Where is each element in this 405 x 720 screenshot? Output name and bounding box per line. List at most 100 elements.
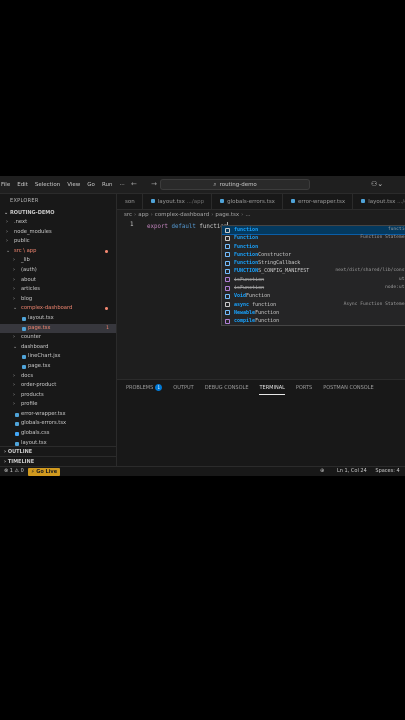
tree-folder[interactable]: › products [0, 391, 116, 401]
tree-folder[interactable]: › counter [0, 333, 116, 343]
panel-tab-label: PORTS [295, 385, 313, 391]
tree-folder[interactable]: › docs [0, 372, 116, 382]
tree-item-label: profile [21, 401, 38, 408]
tree-item-label: about [21, 276, 36, 283]
error-count-badge: 1 [106, 325, 109, 331]
tree-item-label: dashboard [21, 343, 49, 350]
suggestion-item[interactable]: FunctionStringCallback [222, 259, 405, 267]
problems-count-badge: 1 [155, 384, 163, 391]
chevron-right-icon: › [6, 219, 8, 225]
tree-folder[interactable]: › about [0, 276, 116, 286]
menu-file[interactable]: File [1, 182, 10, 188]
tree-folder[interactable]: › .next [0, 218, 116, 228]
accounts-icon[interactable]: ⚇⌄ [371, 180, 383, 188]
panel-tab-terminal[interactable]: TERMINAL [259, 384, 285, 395]
panel-tab-postman-console[interactable]: POSTMAN CONSOLE [323, 384, 373, 395]
breadcrumb-item[interactable]: src [124, 212, 132, 218]
tree-file[interactable]: globals-errors.tsx [0, 419, 116, 429]
tree-file[interactable]: globals.css [0, 429, 116, 439]
tree-folder[interactable]: ⌄ src \ app [0, 247, 116, 257]
editor-tab[interactable]: son [117, 194, 143, 210]
menu-more[interactable]: ··· [119, 182, 124, 188]
breadcrumb-item[interactable]: complex-dashboard [155, 212, 209, 218]
command-center-label: routing-demo [219, 181, 257, 188]
tree-file[interactable]: lineChart.jsx [0, 352, 116, 362]
variable-icon [225, 260, 230, 266]
panel-tab-debug-console[interactable]: DEBUG CONSOLE [205, 384, 249, 395]
cursor-position[interactable]: Ln 1, Col 24 [337, 468, 367, 474]
nav-back-forward-icon[interactable]: ← → [131, 180, 163, 188]
error-dot-icon [105, 307, 108, 311]
editor-tab[interactable]: error-wrapper.tsx [283, 194, 354, 210]
editor-tab[interactable]: layout.tsx .../comple [353, 194, 405, 210]
menu-view[interactable]: View [67, 182, 80, 188]
tree-folder[interactable]: › blog [0, 295, 116, 305]
suggestion-item[interactable]: isFunction util [222, 276, 405, 284]
tree-folder[interactable]: › profile [0, 400, 116, 410]
chevron-down-icon: ⌄ [6, 247, 11, 254]
suggestion-label: function [234, 226, 258, 234]
keyword-default: default [171, 224, 196, 230]
command-center[interactable]: ⌕ routing-demo [160, 179, 310, 190]
timeline-section[interactable]: › TIMELINE [0, 456, 117, 466]
suggestion-label: NewableFunction [234, 309, 279, 317]
problems-status[interactable]: ⊗ 1 ⚠ 0 [4, 467, 24, 476]
tree-folder[interactable]: › order-product [0, 381, 116, 391]
suggestion-item[interactable]: isFunction node:util [222, 284, 405, 292]
tree-folder[interactable]: › (auth) [0, 266, 116, 276]
suggestion-item[interactable]: VoidFunction [222, 292, 405, 300]
suggestion-item[interactable]: NewableFunction [222, 309, 405, 317]
suggestion-item[interactable]: async function Async Function Statement [222, 301, 405, 309]
suggestion-label: FUNCTIONS_CONFIG_MANIFEST [234, 267, 309, 275]
tree-folder[interactable]: › public [0, 237, 116, 247]
suggestion-item[interactable]: FUNCTIONS_CONFIG_MANIFEST next/dist/share… [222, 267, 405, 275]
menu-selection[interactable]: Selection [35, 182, 60, 188]
variable-icon [225, 252, 230, 258]
editor-tab[interactable]: layout.tsx .../app [143, 194, 213, 210]
tree-file[interactable]: layout.tsx [0, 314, 116, 324]
go-live-button[interactable]: ⚡ Go Live [28, 468, 61, 476]
panel-tab-output[interactable]: OUTPUT [173, 384, 193, 395]
tree-folder[interactable]: › articles [0, 285, 116, 295]
outline-section[interactable]: › OUTLINE [0, 446, 117, 456]
tree-file[interactable]: error-wrapper.tsx [0, 410, 116, 420]
tree-folder[interactable]: ⌄ complex-dashboard [0, 304, 116, 314]
tree-folder[interactable]: › _lib [0, 256, 116, 266]
suggestion-item[interactable]: FunctionConstructor [222, 251, 405, 259]
suggestion-item[interactable]: function function [222, 226, 405, 236]
panel-tab-label: PROBLEMS [126, 385, 154, 391]
file-icon [15, 432, 19, 437]
suggestion-label: async function [234, 301, 276, 309]
tab-path-hint: .../comple [397, 199, 405, 205]
variable-icon [225, 310, 230, 316]
suggestion-rest: isFunction [234, 276, 265, 283]
zoom-icon[interactable]: ⊕ [320, 467, 324, 476]
indentation[interactable]: Spaces: 4 [375, 468, 399, 474]
tree-folder[interactable]: › node_modules [0, 228, 116, 238]
editor-tab[interactable]: globals-errors.tsx [212, 194, 283, 210]
status-bar: ⊗ 1 ⚠ 0 ⚡ Go Live ⊕ Ln 1, Col 24 Spaces:… [0, 466, 405, 476]
tree-file[interactable]: page.tsx [0, 362, 116, 372]
chevron-right-icon: › [13, 266, 15, 273]
panel-tab-ports[interactable]: PORTS [296, 384, 312, 395]
menu-run[interactable]: Run [102, 182, 113, 188]
breadcrumb-item[interactable]: ... [245, 212, 250, 218]
panel-tab-problems[interactable]: PROBLEMS 1 [126, 384, 163, 395]
menu-edit[interactable]: Edit [17, 182, 28, 188]
tree-folder[interactable]: ⌄ dashboard [0, 343, 116, 353]
panel-tabs: PROBLEMS 1 OUTPUT DEBUG CONSOLE TERMINAL PORT… [126, 384, 385, 395]
suggestion-rest: Function [255, 309, 280, 316]
workspace-root[interactable]: ⌄ ROUTING-DEMO [0, 208, 116, 218]
search-icon: ⌕ [213, 180, 217, 188]
menu-go[interactable]: Go [87, 182, 95, 188]
breadcrumb-item[interactable]: page.tsx [215, 212, 239, 218]
tree-file[interactable]: page.tsx 1 [0, 323, 116, 334]
suggestion-item[interactable]: Function [222, 243, 405, 251]
chevron-right-icon: › [13, 295, 15, 302]
breadcrumb-item[interactable]: app [138, 212, 148, 218]
suggestion-item[interactable]: Function Function Statement [222, 234, 405, 242]
suggestion-item[interactable]: compileFunctionv [222, 317, 405, 325]
tree-item-label: _lib [21, 257, 30, 264]
tree-item-label: globals.css [21, 430, 50, 437]
tree-item-label: products [21, 391, 44, 398]
